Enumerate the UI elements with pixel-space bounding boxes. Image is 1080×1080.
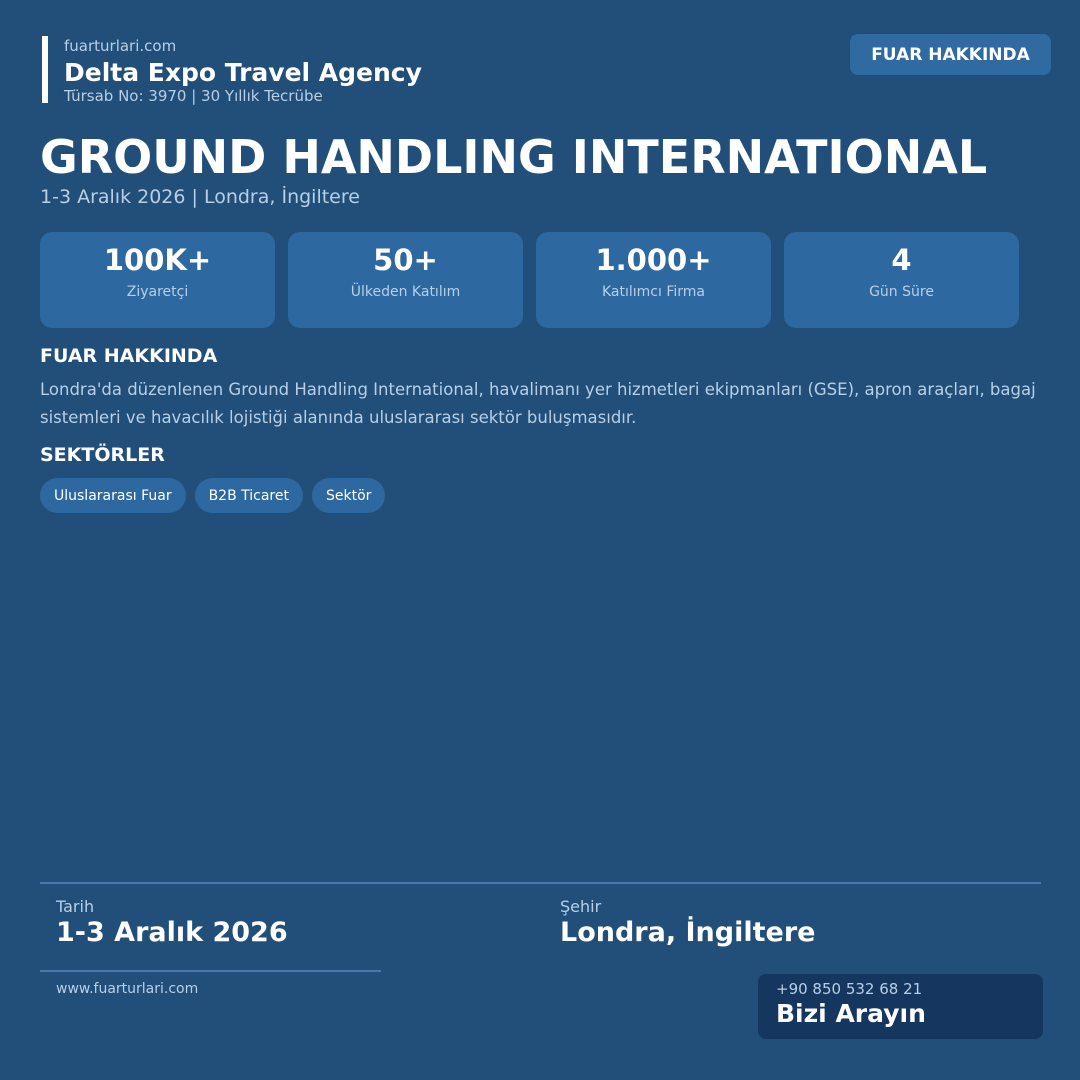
sector-chip[interactable]: B2B Ticaret <box>194 478 303 513</box>
about-heading: FUAR HAKKINDA <box>40 345 218 367</box>
about-fair-button[interactable]: FUAR HAKKINDA <box>850 34 1051 75</box>
city-label: Şehir <box>560 897 602 916</box>
about-text: Londra'da düzenlenen Ground Handling Int… <box>40 380 1036 427</box>
tursab-info: Türsab No: 3970 | 30 Yıllık Tecrübe <box>64 87 323 105</box>
stat-card-countries: 50+ Ülkeden Katılım <box>288 232 523 328</box>
stat-label: Ziyaretçi <box>126 284 189 300</box>
footer-divider <box>40 882 1041 884</box>
website-divider <box>40 970 381 972</box>
stat-value: 1.000+ <box>595 243 712 277</box>
site-name: fuarturlari.com <box>64 37 177 55</box>
date-label: Tarih <box>56 897 95 916</box>
agency-name: Delta Expo Travel Agency <box>64 58 422 87</box>
brand-accent-bar <box>42 36 48 103</box>
stat-card-visitors: 100K+ Ziyaretçi <box>40 232 275 328</box>
call-us-button[interactable]: +90 850 532 68 21 Bizi Arayın <box>758 974 1043 1039</box>
date-value: 1-3 Aralık 2026 <box>56 917 288 948</box>
event-title: GROUND HANDLING INTERNATIONAL <box>40 130 988 184</box>
sectors-heading: SEKTÖRLER <box>40 444 165 466</box>
stat-value: 4 <box>891 243 912 277</box>
stat-label: Katılımcı Firma <box>602 284 705 300</box>
stat-value: 50+ <box>373 243 438 277</box>
stat-label: Gün Süre <box>869 284 934 300</box>
sector-chip[interactable]: Sektör <box>311 478 386 513</box>
call-us-label: Bizi Arayın <box>776 999 926 1028</box>
stat-value: 100K+ <box>103 243 212 277</box>
stat-card-days: 4 Gün Süre <box>784 232 1019 328</box>
sector-chip[interactable]: Uluslararası Fuar <box>40 478 186 513</box>
phone-number: +90 850 532 68 21 <box>776 980 923 998</box>
sector-chips: Uluslararası Fuar B2B Ticaret Sektör <box>40 478 386 513</box>
event-subtitle: 1-3 Aralık 2026 | Londra, İngiltere <box>40 186 360 208</box>
stats-row: 100K+ Ziyaretçi 50+ Ülkeden Katılım 1.00… <box>40 232 1019 328</box>
stat-card-exhibitors: 1.000+ Katılımcı Firma <box>536 232 771 328</box>
stat-label: Ülkeden Katılım <box>350 284 461 300</box>
website-link[interactable]: www.fuarturlari.com <box>56 981 198 997</box>
city-value: Londra, İngiltere <box>560 917 816 948</box>
